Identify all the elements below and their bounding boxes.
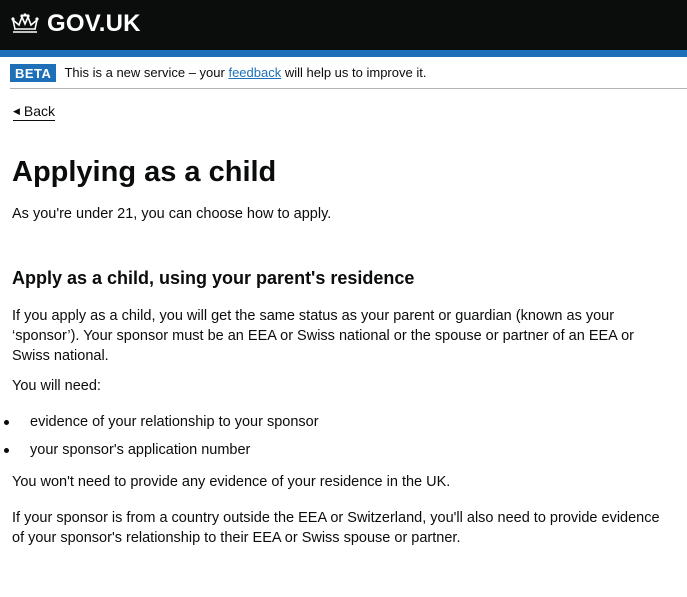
phase-text-before: This is a new service – your: [64, 65, 229, 80]
bullet-icon: [4, 420, 9, 425]
govuk-logo-link[interactable]: GOV.UK: [10, 10, 141, 38]
list-item-text: your sponsor's application number: [30, 442, 251, 458]
feedback-link[interactable]: feedback: [228, 65, 281, 80]
govuk-logo-text: GOV.UK: [47, 10, 141, 37]
phase-banner-text: This is a new service – your feedback wi…: [64, 65, 426, 80]
residence-paragraph: You won't need to provide any evidence o…: [12, 474, 451, 490]
section-heading: Apply as a child, using your parent's re…: [12, 268, 415, 288]
lead-paragraph: As you're under 21, you can choose how t…: [12, 206, 332, 222]
govuk-header: GOV.UK: [0, 0, 687, 57]
list-item: your sponsor's application number: [4, 440, 675, 460]
outside-eea-paragraph: If your sponsor is from a country outsid…: [12, 510, 660, 546]
list-item: evidence of your relationship to your sp…: [4, 412, 675, 432]
beta-tag: BETA: [10, 63, 57, 82]
main-content: Applying as a child As you're under 21, …: [0, 154, 687, 548]
list-item-text: evidence of your relationship to your sp…: [30, 414, 319, 430]
requirements-list: evidence of your relationship to your sp…: [4, 412, 675, 460]
page-title: Applying as a child: [12, 156, 277, 188]
phase-banner: BETA This is a new service – your feedba…: [10, 57, 687, 89]
back-link[interactable]: ◀ Back: [13, 103, 56, 121]
need-intro: You will need:: [12, 378, 101, 394]
crown-icon: [11, 13, 39, 33]
phase-text-after: will help us to improve it.: [281, 65, 427, 80]
sponsor-paragraph: If you apply as a child, you will get th…: [12, 308, 634, 364]
back-link-label: Back: [23, 103, 56, 119]
back-arrow-icon: ◀: [13, 105, 20, 116]
bullet-icon: [4, 448, 9, 453]
